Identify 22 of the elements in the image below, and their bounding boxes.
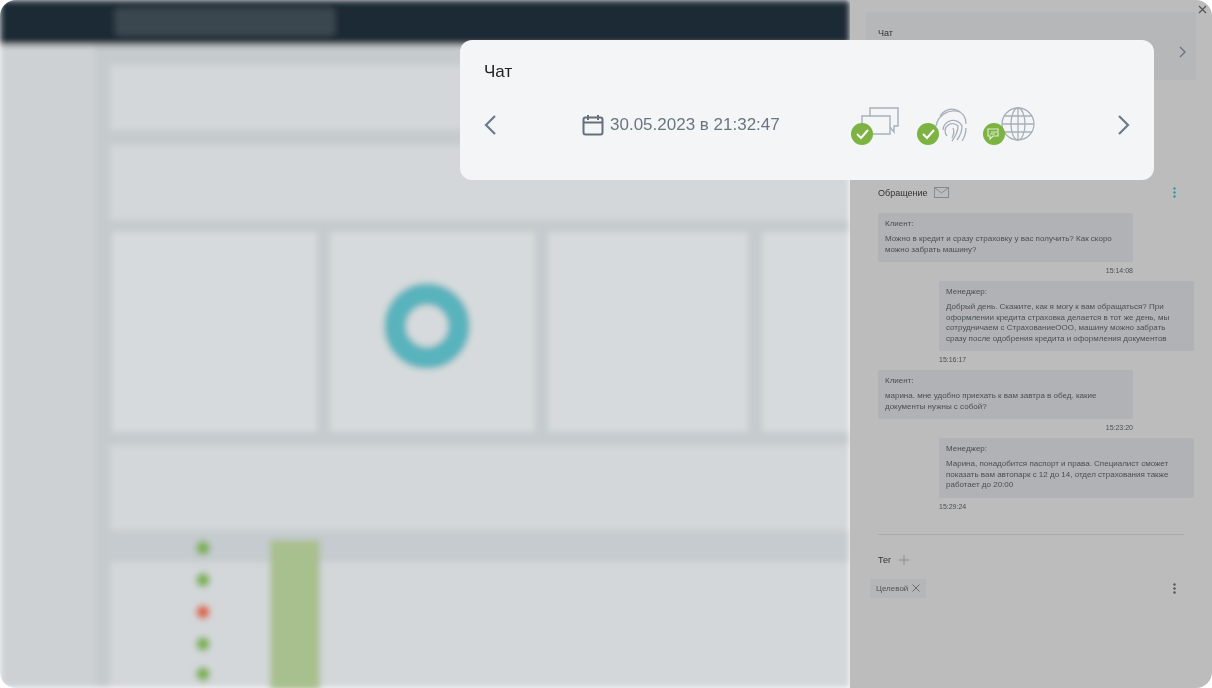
date-time: 30.05.2023 в 21:32:47 <box>610 115 780 135</box>
message-author: Клиент: <box>885 219 915 228</box>
card-title: Чат <box>484 62 514 82</box>
message-text: марина. мне удобно приехать к вам завтра в обед. какие документы нужны с собой? <box>885 391 1098 412</box>
chevron-right-icon[interactable] <box>1179 46 1186 58</box>
chevron-left-icon[interactable] <box>484 115 496 135</box>
request-title: Обращение <box>878 187 928 198</box>
message-text: Марина, понадобится паспорт и права. Специалист сможет показать вам автопарк с 12 до 14, отдел страхования также работает до 20:00 <box>946 459 1170 491</box>
message-author: Менеджер: <box>946 444 989 453</box>
section-title: Чат <box>878 28 893 38</box>
message-text: Можно в кредит и сразу страховку у вас получить? Как скоро можно забрать машину? <box>885 234 1113 255</box>
message-text: Добрый день. Скажите, как я могу к вам обращаться? При оформлении кредита страховка делается в тот же день, мы сотрудничаем с СтрахованиеООО, машину можно забрать сразу после одобрения кредита и оформления документов <box>946 302 1171 344</box>
tag-text: Целевой <box>876 583 909 593</box>
more-icon[interactable] <box>1173 582 1176 594</box>
message-author: Клиент: <box>885 376 915 385</box>
message-author: Менеджер: <box>946 287 989 296</box>
envelope-icon <box>934 187 950 198</box>
calendar-icon <box>582 114 604 136</box>
remove-icon[interactable] <box>912 584 921 592</box>
chevron-right-icon[interactable] <box>1118 115 1130 135</box>
tag-label: Тег <box>878 554 892 565</box>
close-icon[interactable] <box>1198 5 1207 14</box>
